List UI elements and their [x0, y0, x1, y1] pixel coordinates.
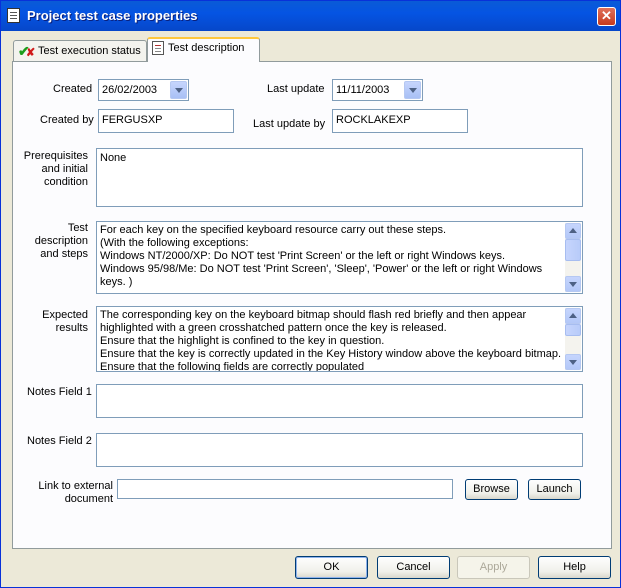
notes-field-1-label: Notes Field 1	[27, 386, 92, 398]
scroll-down-icon[interactable]	[565, 354, 581, 370]
title-bar[interactable]: Project test case properties ✕	[1, 1, 620, 31]
chevron-down-icon[interactable]	[404, 81, 421, 99]
scroll-thumb[interactable]	[565, 324, 581, 336]
close-button[interactable]: ✕	[597, 7, 616, 26]
scroll-up-icon[interactable]	[565, 308, 581, 324]
tab-panel: Created 26/02/2003 Last update 11/11/200…	[12, 61, 612, 549]
app-document-icon	[7, 8, 20, 23]
browse-button[interactable]: Browse	[465, 479, 518, 500]
test-description-label: Test description and steps	[34, 222, 88, 260]
window-title: Project test case properties	[27, 8, 198, 23]
vertical-scrollbar[interactable]	[565, 223, 581, 292]
apply-button[interactable]: Apply	[457, 556, 530, 579]
created-by-field[interactable]: FERGUSXP	[98, 109, 234, 133]
last-update-label: Last update	[267, 83, 325, 95]
prerequisites-label: Prerequisites and initial condition	[23, 150, 88, 188]
link-external-input[interactable]	[117, 479, 453, 499]
test-description-textarea[interactable]: For each key on the specified keyboard r…	[96, 221, 583, 294]
tab-test-execution-status[interactable]: ✔ ✘ Test execution status	[13, 40, 147, 61]
scroll-down-icon[interactable]	[565, 276, 581, 292]
close-icon: ✕	[601, 8, 612, 23]
prerequisites-textarea[interactable]: None	[96, 148, 583, 207]
cancel-button[interactable]: Cancel	[377, 556, 450, 579]
tab-test-description[interactable]: Test description	[147, 37, 260, 62]
notes-field-2-label: Notes Field 2	[27, 435, 92, 447]
test-description-text: For each key on the specified keyboard r…	[100, 224, 543, 288]
created-by-label: Created by	[40, 114, 94, 126]
tab-label: Test execution status	[38, 44, 141, 57]
notes-field-1-input[interactable]	[96, 384, 583, 418]
ok-button[interactable]: OK	[295, 556, 368, 579]
dialog-window: Project test case properties ✕ ✔ ✘ Test ex…	[0, 0, 621, 588]
last-update-by-value: ROCKLAKEXP	[336, 114, 411, 126]
last-update-date-value: 11/11/2003	[336, 84, 390, 96]
expected-results-text: The corresponding key on the keyboard bi…	[100, 309, 562, 372]
check-cross-icon: ✔ ✘	[18, 43, 36, 59]
link-external-label: Link to external document	[38, 480, 113, 505]
notes-field-2-input[interactable]	[96, 433, 583, 467]
last-update-by-field[interactable]: ROCKLAKEXP	[332, 109, 468, 133]
scroll-up-icon[interactable]	[565, 223, 581, 239]
last-update-date-picker[interactable]: 11/11/2003	[332, 79, 423, 101]
created-by-value: FERGUSXP	[102, 114, 163, 126]
last-update-by-label: Last update by	[253, 118, 326, 130]
created-date-picker[interactable]: 26/02/2003	[98, 79, 189, 101]
chevron-down-icon[interactable]	[170, 81, 187, 99]
created-date-value: 26/02/2003	[102, 84, 158, 96]
launch-button[interactable]: Launch	[528, 479, 581, 500]
expected-results-textarea[interactable]: The corresponding key on the keyboard bi…	[96, 306, 583, 372]
document-icon	[152, 41, 164, 55]
vertical-scrollbar[interactable]	[565, 308, 581, 370]
created-label: Created	[53, 83, 93, 95]
help-button[interactable]: Help	[538, 556, 611, 579]
scroll-thumb[interactable]	[565, 239, 581, 261]
prerequisites-value: None	[100, 152, 127, 164]
expected-results-label: Expected results	[42, 309, 88, 334]
tab-label: Test description	[168, 41, 245, 54]
